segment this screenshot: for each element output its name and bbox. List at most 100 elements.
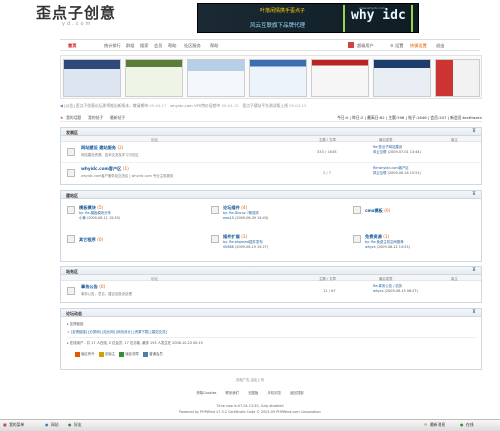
forum-row[interactable]: 事务公告 (0) 事务公告，意见，建议及投诉处理 12 / 67 Re:事务公告… (61, 281, 481, 302)
forum-last-post[interactable]: by: Re:Discuz 7新插件 ews15 (2009-06-09 14:… (223, 211, 268, 221)
banner-ad[interactable]: 叶落闲情携手歪点子 风云互联旗下品牌代理 why idc www.whyidc.… (197, 3, 419, 33)
menu-icon[interactable]: ■ (3, 422, 7, 427)
top-link-quick[interactable]: 快捷设置 (410, 43, 427, 49)
forum-cell[interactable]: 模板模块 (5) by: Re:模板模块分享 小黄 (2009-06-11 15… (65, 204, 195, 230)
thumbnail-3[interactable] (187, 59, 245, 97)
announcement-ticker: ◀ [公告] 歪点子创意论坛即将推出新版本，敬请期待 09-04-17 whyi… (60, 103, 482, 111)
forum-last-post[interactable]: by: Re:模板模块分享 小黄 (2009-06-11 15:35) (79, 211, 120, 221)
nav-stats[interactable]: 统计排行 (104, 43, 121, 49)
taskbar-online[interactable]: 在线 (466, 422, 474, 428)
top-user[interactable]: 超级用户 (357, 43, 374, 49)
taskbar-my-menu[interactable]: 我的菜单 (9, 422, 24, 428)
section-header: 论坛动态 ⊼ (61, 309, 481, 317)
nav-members[interactable]: 会员 (154, 43, 162, 49)
top-link-logout[interactable]: 退出 (436, 43, 444, 49)
forum-last-post[interactable]: by: Re:免费主机空间推荐 whycs (2009-06-12 14:53) (365, 240, 410, 250)
megaphone-icon: ◀ (60, 103, 63, 108)
forum-name[interactable]: 其它程序 (0) (79, 237, 103, 243)
forum-stat: 333 / 1638 (317, 150, 337, 154)
taskbar-site[interactable]: 网站 (51, 422, 59, 428)
top-link-settings[interactable]: 设置 (395, 43, 403, 49)
ticker-item-3[interactable]: 歪点子建站平台测试版上线 (242, 103, 288, 108)
taskbar-messages[interactable]: 最新消息 (430, 422, 445, 428)
online-legend: 版区有令 总版主 版区领导 普通会员 (75, 351, 163, 357)
ticker-item-1[interactable]: [公告] 歪点子创意论坛即将推出新版本，敬请期待 (64, 103, 148, 108)
collapse-icon[interactable]: ⊼ (472, 192, 477, 197)
forum-icon (353, 206, 361, 214)
forum-icon (67, 235, 75, 243)
forum-desc: 网站建设资源、技术交流及学习讨论区 (81, 153, 139, 157)
collapse-icon[interactable]: ⊼ (472, 129, 477, 134)
nav-community[interactable]: 社区服务 (184, 43, 201, 49)
footer-no-image[interactable]: 无图版 (248, 391, 258, 395)
nav-help[interactable]: 帮助 (168, 43, 176, 49)
footer-links: 清除Cookies 联系我们 无图版 手机浏览 返回顶部 (0, 390, 500, 395)
thumbnail-4[interactable] (249, 59, 307, 97)
legend-icon (119, 351, 125, 357)
settings-icon[interactable]: ⚙ (390, 43, 394, 48)
chain-icon: ∞ (67, 330, 70, 334)
thumbnail-5[interactable] (311, 59, 369, 97)
forum-cell[interactable]: cms模板 (0) (351, 204, 479, 230)
forum-name[interactable]: 网站建设 建站服务 (2) (81, 145, 123, 151)
forum-row[interactable]: whyidc.com客户区 (1) whyidc.com客户服务及交流区 | w… (61, 163, 481, 184)
ticker-item-2[interactable]: whyidc.com VPS特价促销中 (170, 103, 220, 108)
thumbnail-7[interactable] (435, 59, 480, 97)
legend-label: 总版主 (104, 352, 116, 356)
banner-title: 叶落闲情携手歪点子 (260, 8, 306, 14)
collapse-icon[interactable]: ⊼ (472, 310, 477, 315)
nav-home[interactable]: 首页 (68, 43, 76, 49)
forum-last-post[interactable]: Re:事务公告 / 站务 whycs (2009-06-15 06:27) (373, 284, 418, 294)
sub-link-my-posts[interactable]: 我的帖子 (88, 115, 103, 121)
globe-icon: ● (45, 422, 49, 427)
ticker-date-3: 09-04-13 (289, 103, 307, 108)
footer-top[interactable]: 返回顶部 (290, 391, 304, 395)
banner-sub: 风云互联旗下品牌代理 (250, 23, 306, 29)
forum-cell[interactable]: 论坛插件 (4) by: Re:Discuz 7新插件 ews15 (2009-… (209, 204, 339, 230)
site-logo[interactable]: 歪点子创意 yd.com (36, 2, 166, 32)
section-header: 发展区 ⊼ (61, 128, 481, 136)
legend-label: 版区有令 (81, 352, 95, 356)
nav-help-2[interactable]: 帮助 (210, 43, 218, 49)
banner-brand: why idc (351, 8, 406, 23)
banner-brand-small: www.whyidc.com (359, 6, 385, 10)
forum-cell[interactable]: 免费资源 (1) by: Re:免费主机空间推荐 whycs (2009-06-… (351, 233, 479, 259)
forum-last-post[interactable]: Re:whyidc.com客户区 风云互联 (2009-06-18 15:51) (373, 166, 421, 176)
link-icon: ▸ (67, 322, 69, 326)
section-development: 发展区 ⊼ 论坛 主题 / 文章 最后发表 版主 网站建设 建站服务 (2) 网… (60, 127, 482, 185)
nav-groups[interactable]: 群组 (126, 43, 134, 49)
footer-clear-cookies[interactable]: 清除Cookies (196, 391, 216, 395)
forum-last-post[interactable]: by: Re:phpwind插件发布 00668 (2009-06-19 15:… (223, 240, 268, 250)
forum-last-post[interactable]: Re:歪点子网站建设 风云互联 (2009-07-01 13:44) (373, 145, 421, 155)
nav-search[interactable]: 搜索 (140, 43, 148, 49)
sub-link-my-topics[interactable]: 我的话题 (66, 115, 81, 121)
thumbnail-2[interactable] (125, 59, 183, 97)
sub-bar: ★ 我的话题 我的帖子 最新帖子 今日:0 | 昨日:2 | 最高日:62 | … (60, 114, 482, 122)
forum-name[interactable]: 事务公告 (0) (81, 284, 105, 290)
section-online: 论坛动态 ⊼ ▸ 友情链接 ∞ [友情链接] [分类网] [站长网] [网页设计… (60, 308, 482, 370)
page: 歪点子创意 yd.com 叶落闲情携手歪点子 风云互联旗下品牌代理 why id… (0, 0, 500, 431)
forum-name[interactable]: cms模板 (0) (365, 208, 390, 214)
users-icon: ▸ (67, 341, 69, 345)
forum-cell[interactable]: 其它程序 (0) (65, 233, 195, 259)
section-title: 站务区 (66, 269, 78, 274)
footer-copyright: Powered by PHPWind v7.3.2 Certificate Co… (179, 410, 321, 414)
forum-row[interactable]: 网站建设 建站服务 (2) 网站建设资源、技术交流及学习讨论区 333 / 16… (61, 142, 481, 163)
footer-contact[interactable]: 联系我们 (226, 391, 240, 395)
sub-link-latest[interactable]: 最新帖子 (110, 115, 125, 121)
ad-slot[interactable]: 页面广告 由此上传 (0, 377, 500, 382)
forum-stat: 2 / 7 (323, 171, 332, 175)
section-header: 站务区 ⊼ (61, 267, 481, 275)
forum-icon (211, 235, 219, 243)
footer-mobile[interactable]: 手机浏览 (267, 391, 281, 395)
legend-label: 版区领导 (125, 352, 139, 356)
forum-name[interactable]: whyidc.com客户区 (1) (81, 166, 129, 172)
forum-desc: whyidc.com客户服务及交流区 | whyidc.com 专业主机服务 (81, 174, 174, 178)
ticker-date-1: 09-04-17 (149, 103, 167, 108)
legend-icon (143, 351, 149, 357)
collapse-icon[interactable]: ⊼ (472, 268, 477, 273)
thumbnail-6[interactable] (373, 59, 431, 97)
taskbar-friends[interactable]: 好友 (74, 422, 82, 428)
thumbnail-1[interactable] (63, 59, 121, 97)
forum-cell[interactable]: 插件扩展 (1) by: Re:phpwind插件发布 00668 (2009-… (209, 233, 339, 259)
